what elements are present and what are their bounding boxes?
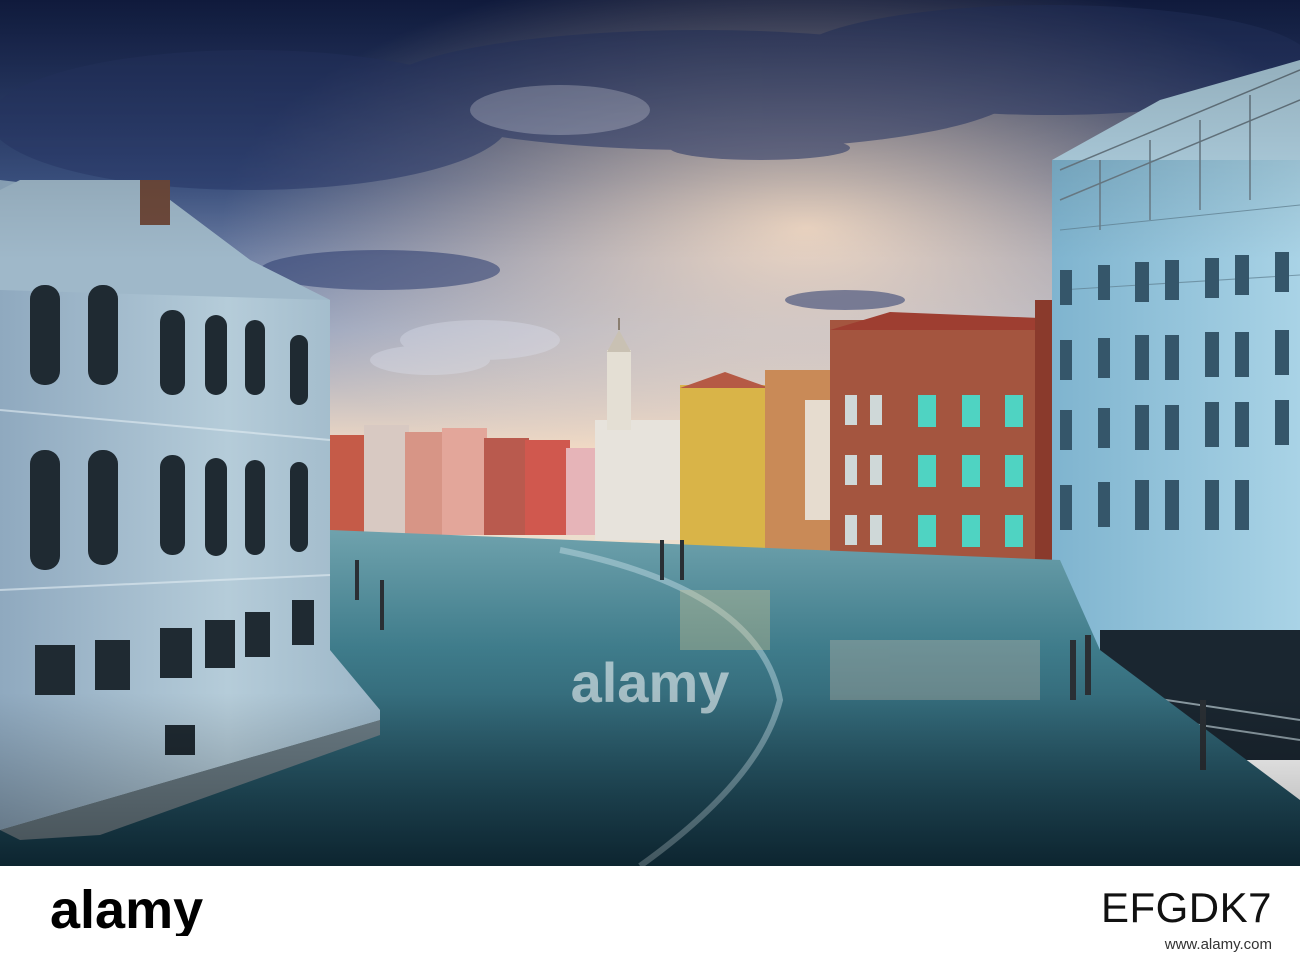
- footer-url: www.alamy.com: [1164, 936, 1272, 953]
- alamy-watermark: alamy: [571, 651, 730, 714]
- vignette: [0, 0, 1300, 866]
- image-id: EFGDK7: [1100, 884, 1272, 931]
- watermark-text: alamy: [571, 651, 730, 714]
- canal-photo: [0, 0, 1300, 866]
- alamy-logo: alamy: [50, 886, 203, 936]
- footer-logo-text: alamy: [50, 886, 203, 936]
- footer-bar: alamy EFGDK7 www.alamy.com: [0, 866, 1300, 956]
